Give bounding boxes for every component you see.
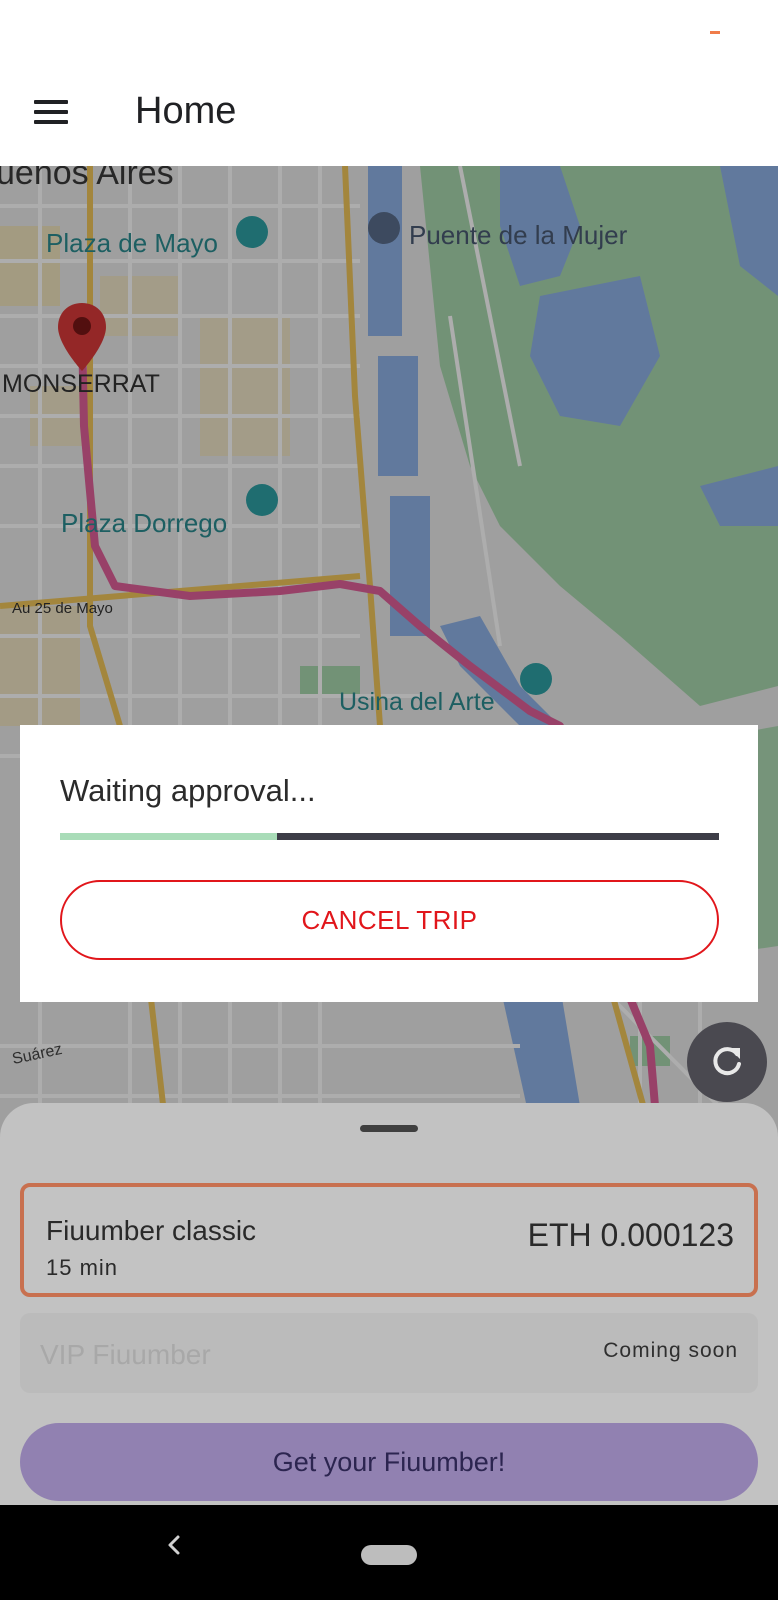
system-nav-bar xyxy=(0,1505,778,1600)
progress-fill xyxy=(60,833,278,840)
menu-icon[interactable] xyxy=(32,98,70,126)
status-bar xyxy=(0,0,778,64)
app-bar: Home xyxy=(0,64,778,166)
approval-progress-bar xyxy=(60,833,719,840)
refresh-icon xyxy=(713,1047,741,1076)
page-title: Home xyxy=(135,90,237,132)
dialog-title: Waiting approval... xyxy=(60,773,316,808)
status-indicator xyxy=(710,31,720,34)
waiting-approval-dialog: Waiting approval... CANCEL TRIP xyxy=(20,725,758,1002)
sheet-overlay xyxy=(0,1103,778,1505)
refresh-button[interactable] xyxy=(687,1022,767,1102)
back-icon[interactable] xyxy=(160,1525,186,1565)
home-pill-button[interactable] xyxy=(361,1545,417,1565)
cancel-trip-button[interactable]: CANCEL TRIP xyxy=(60,880,719,960)
